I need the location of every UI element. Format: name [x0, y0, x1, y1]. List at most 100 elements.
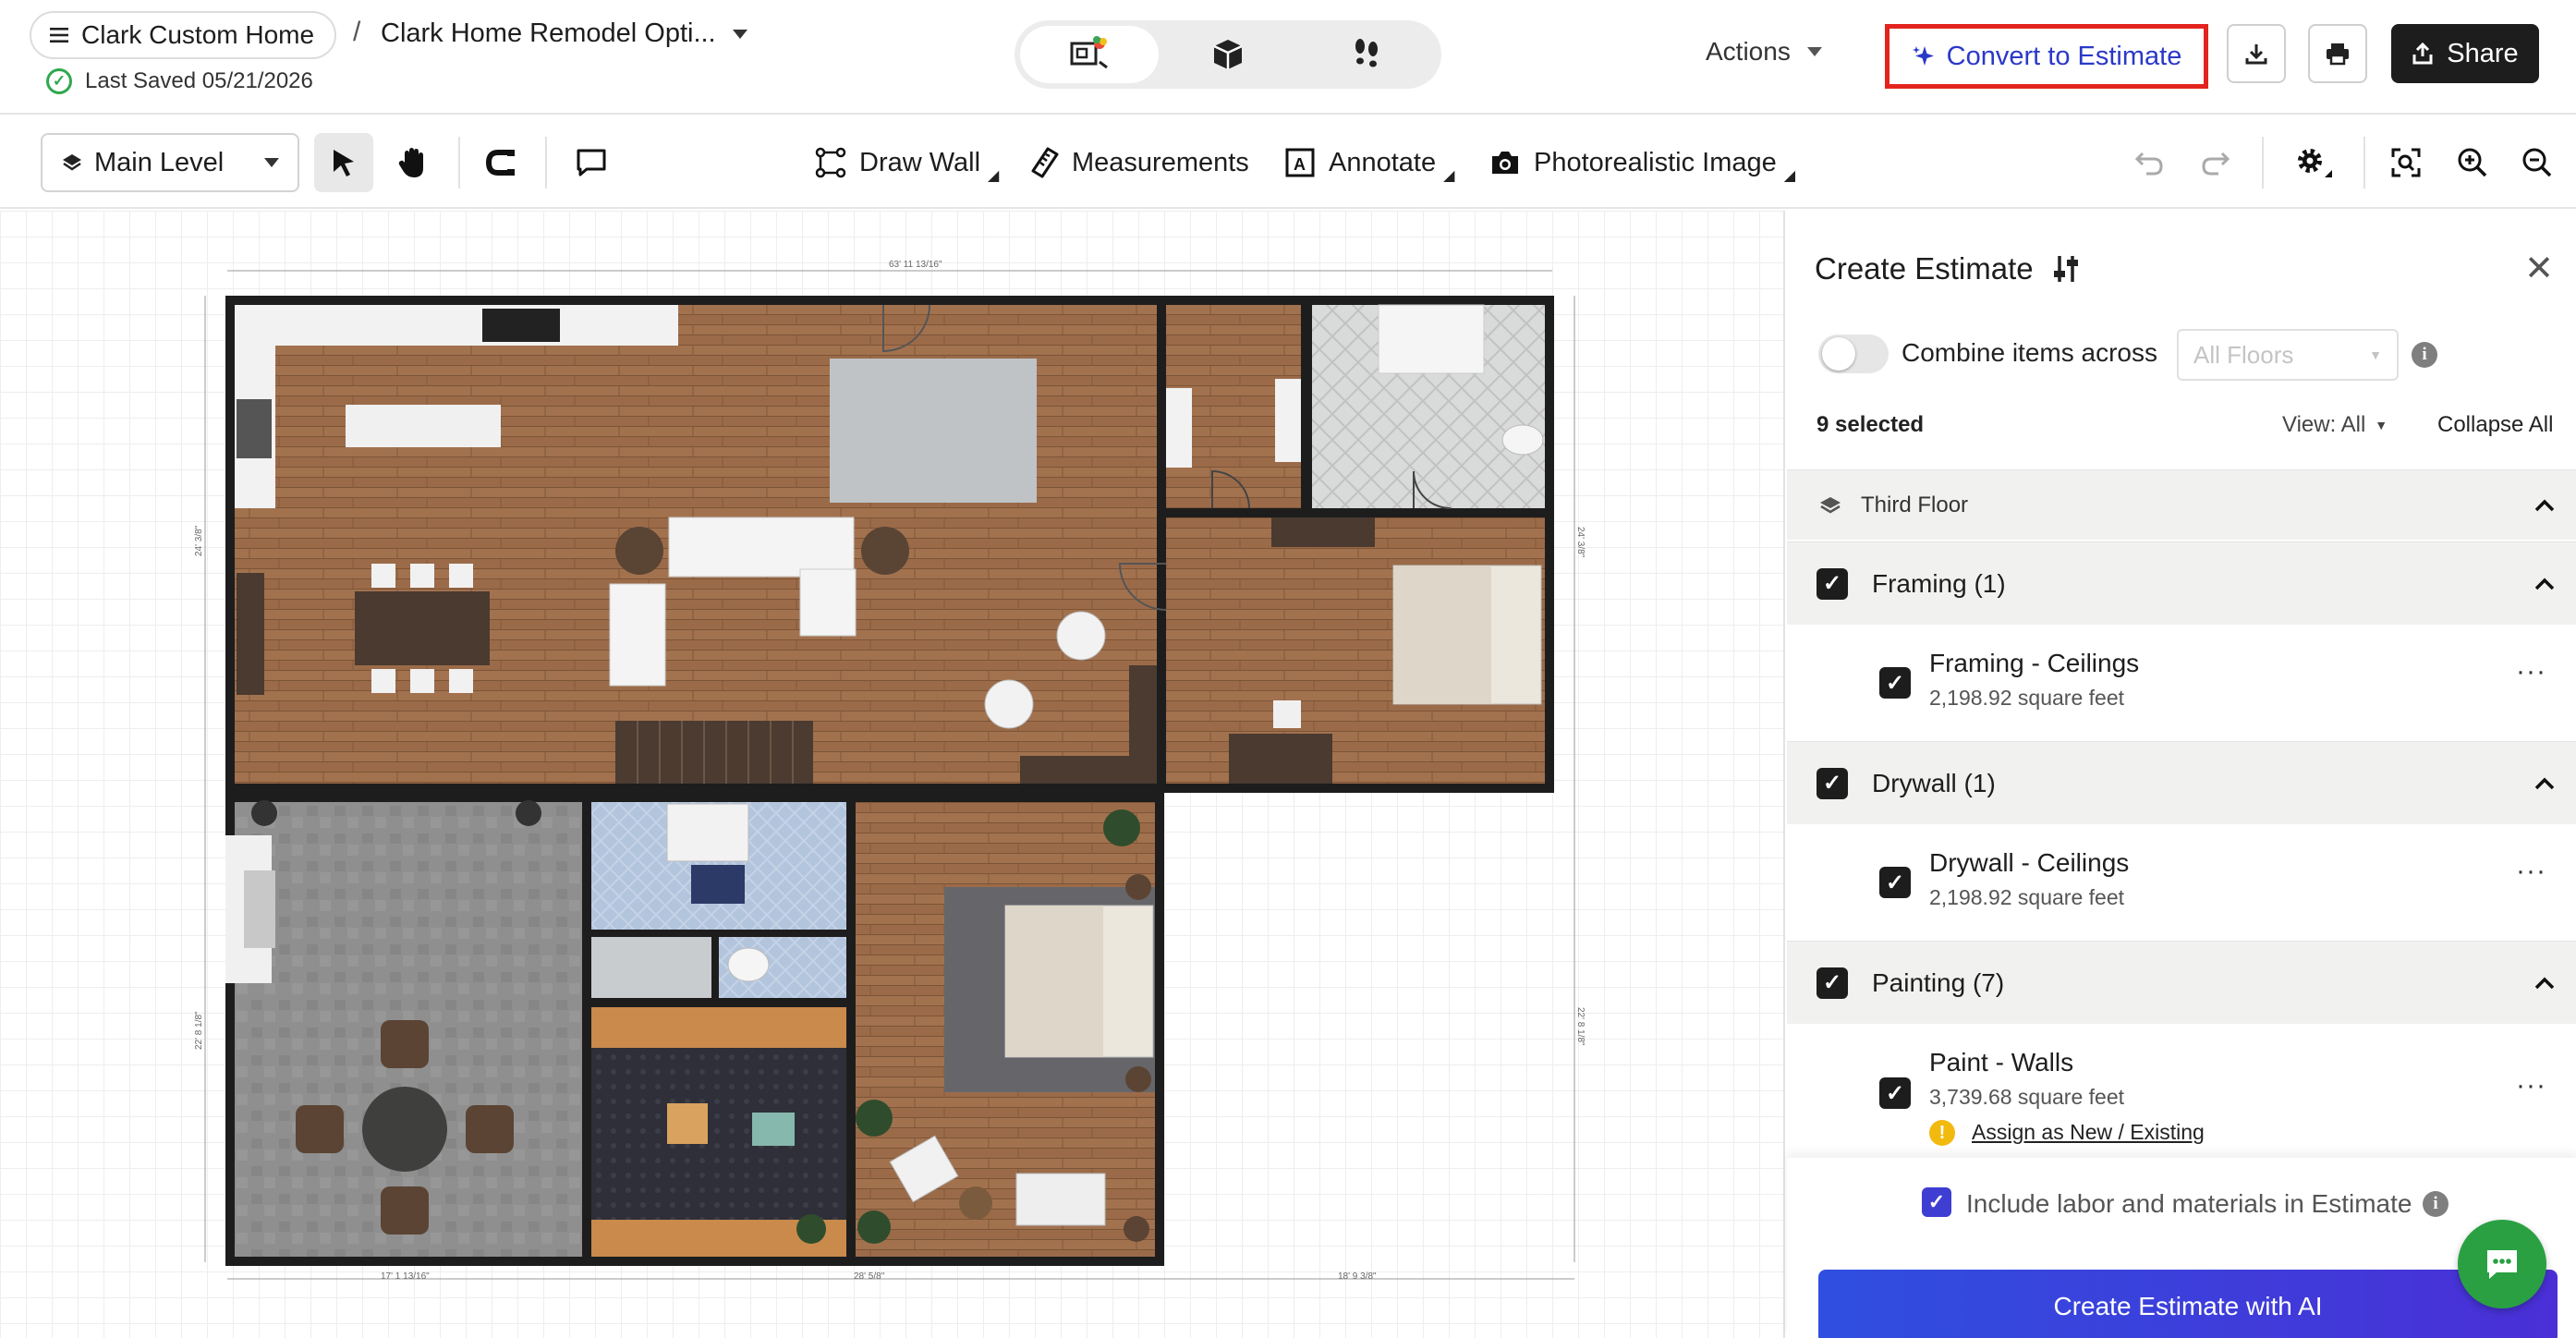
- submenu-corner-icon: ◢: [1443, 168, 1455, 184]
- view-3d-button[interactable]: [1159, 26, 1297, 83]
- floor-section-header[interactable]: Third Floor: [1787, 469, 2576, 540]
- chat-button[interactable]: [2458, 1220, 2546, 1308]
- annotate-label: Annotate: [1329, 147, 1437, 177]
- view-filter-dropdown[interactable]: View: All ▼: [2282, 412, 2388, 438]
- warning-icon: !: [1929, 1120, 1955, 1146]
- den[interactable]: [591, 1048, 846, 1220]
- checkbox-checked-icon[interactable]: ✓: [1817, 567, 1848, 600]
- undo-button[interactable]: [2120, 133, 2179, 192]
- check-circle-icon: ✓: [46, 68, 72, 94]
- group-header-framing[interactable]: ✓ Framing (1): [1787, 541, 2576, 625]
- panel-header: Create Estimate: [1815, 251, 2080, 286]
- checkbox-checked-icon[interactable]: ✓: [1879, 667, 1911, 699]
- view-walkthrough-button[interactable]: [1297, 26, 1436, 83]
- photorealistic-image-tool[interactable]: Photorealistic Image ◢: [1489, 140, 1795, 185]
- more-options-icon[interactable]: ···: [2516, 1070, 2546, 1101]
- item-name: Paint - Walls: [1929, 1048, 2074, 1076]
- pan-tool-button[interactable]: [383, 133, 442, 192]
- fit-to-screen-button[interactable]: [2376, 133, 2436, 192]
- dimension-right-upper: 24' 3/8": [1575, 527, 1586, 558]
- checkbox-checked-icon[interactable]: ✓: [1879, 1077, 1911, 1109]
- combine-label: Combine items across: [1902, 338, 2157, 367]
- magnet-snap-button[interactable]: [471, 133, 530, 192]
- item-quantity: 3,739.68 square feet: [1929, 1085, 2124, 1109]
- actions-menu[interactable]: Actions: [1706, 37, 1822, 67]
- comment-button[interactable]: [562, 133, 621, 192]
- photo-label: Photorealistic Image: [1534, 147, 1777, 177]
- assign-new-existing-link[interactable]: Assign as New / Existing: [1972, 1120, 2205, 1145]
- chevron-up-icon[interactable]: [2533, 972, 2556, 994]
- dimension-bottom-2: 28' 5/8": [854, 1271, 885, 1282]
- group-label: Drywall (1): [1872, 768, 1996, 797]
- dimension-left-lower: 22' 8 1/8": [194, 1011, 204, 1050]
- caret-down-icon: [1806, 47, 1822, 56]
- zoom-in-button[interactable]: [2443, 133, 2502, 192]
- more-options-icon[interactable]: ···: [2516, 856, 2546, 887]
- redo-button[interactable]: [2186, 133, 2245, 192]
- print-button[interactable]: [2308, 24, 2367, 83]
- hamburger-icon: [50, 28, 68, 43]
- combine-floors-toggle[interactable]: [1818, 334, 1889, 373]
- download-button[interactable]: [2227, 24, 2286, 83]
- item-quantity: 2,198.92 square feet: [1929, 686, 2124, 710]
- chevron-up-icon[interactable]: [2533, 573, 2556, 595]
- floor-plan[interactable]: 63' 11 13/16" 17' 1 13/16" 28' 5/8" 18' …: [0, 211, 1783, 1338]
- level-selector[interactable]: Main Level: [41, 133, 299, 192]
- checkbox-checked-icon[interactable]: ✓: [1817, 967, 1848, 999]
- convert-label: Convert to Estimate: [1946, 41, 2182, 71]
- floorplan-canvas[interactable]: 63' 11 13/16" 17' 1 13/16" 28' 5/8" 18' …: [0, 211, 1783, 1338]
- checkbox-checked-icon[interactable]: ✓: [1817, 767, 1848, 799]
- list-item[interactable]: ✓ Paint - Walls 3,739.68 square feet ···…: [1787, 1024, 2576, 1159]
- caret-down-icon: [264, 158, 279, 167]
- select-tool-button[interactable]: [314, 133, 373, 192]
- collapse-all-button[interactable]: Collapse All: [2437, 412, 2553, 438]
- layers-icon: [63, 154, 81, 171]
- shower[interactable]: [591, 937, 711, 998]
- group-header-drywall[interactable]: ✓ Drywall (1): [1787, 741, 2576, 824]
- draw-wall-tool[interactable]: Draw Wall ◢: [815, 140, 999, 185]
- measurements-label: Measurements: [1072, 147, 1249, 177]
- project-menu-button[interactable]: Clark Custom Home: [30, 11, 337, 59]
- zoom-out-button[interactable]: [2508, 133, 2567, 192]
- settings-button[interactable]: [2284, 133, 2343, 192]
- more-options-icon[interactable]: ···: [2516, 656, 2546, 687]
- undo-icon: [2134, 152, 2163, 176]
- magnet-icon: [485, 150, 515, 176]
- design-name-dropdown[interactable]: Clark Home Remodel Opti...: [381, 18, 747, 49]
- chevron-up-icon[interactable]: [2533, 772, 2556, 795]
- floors-select[interactable]: All Floors ▼: [2177, 329, 2399, 381]
- chevron-up-icon[interactable]: [2533, 494, 2556, 517]
- convert-to-estimate-button[interactable]: Convert to Estimate: [1885, 24, 2208, 89]
- ruler-icon: [1031, 147, 1059, 178]
- view-2d-button[interactable]: [1020, 26, 1159, 83]
- create-estimate-ai-button[interactable]: Create Estimate with AI: [1818, 1270, 2558, 1338]
- annotate-tool[interactable]: A Annotate ◢: [1284, 140, 1454, 185]
- draw-wall-icon: [815, 147, 846, 178]
- list-item[interactable]: ✓ Framing - Ceilings 2,198.92 square fee…: [1787, 625, 2576, 739]
- level-label: Main Level: [94, 147, 225, 177]
- sliders-icon[interactable]: [2052, 254, 2080, 284]
- share-button[interactable]: Share: [2391, 24, 2539, 83]
- caret-down-icon: [732, 29, 747, 39]
- measurements-tool[interactable]: Measurements: [1031, 140, 1249, 185]
- fit-screen-icon: [2391, 148, 2421, 177]
- info-icon[interactable]: i: [2423, 1191, 2448, 1217]
- toolbar-divider: [458, 137, 460, 189]
- panel-title: Create Estimate: [1815, 251, 2034, 286]
- camera-icon: [1492, 152, 1518, 174]
- checkbox-checked-icon[interactable]: ✓: [1879, 867, 1911, 898]
- checkbox-checked-icon[interactable]: ✓: [1922, 1187, 1951, 1217]
- footsteps-icon: [1355, 39, 1378, 67]
- hand-icon: [398, 148, 423, 177]
- close-icon[interactable]: ✕: [2524, 248, 2554, 289]
- list-item[interactable]: ✓ Drywall - Ceilings 2,198.92 square fee…: [1787, 824, 2576, 939]
- info-icon[interactable]: i: [2412, 342, 2437, 368]
- share-icon: [2412, 43, 2433, 65]
- last-saved-text: Last Saved 05/21/2026: [85, 68, 313, 93]
- redo-icon: [2202, 152, 2230, 176]
- floor-name: Third Floor: [1861, 492, 1969, 517]
- group-header-painting[interactable]: ✓ Painting (7): [1787, 941, 2576, 1024]
- item-quantity: 2,198.92 square feet: [1929, 885, 2124, 909]
- item-name: Framing - Ceilings: [1929, 649, 2140, 677]
- caret-down-icon: ▼: [2375, 418, 2388, 432]
